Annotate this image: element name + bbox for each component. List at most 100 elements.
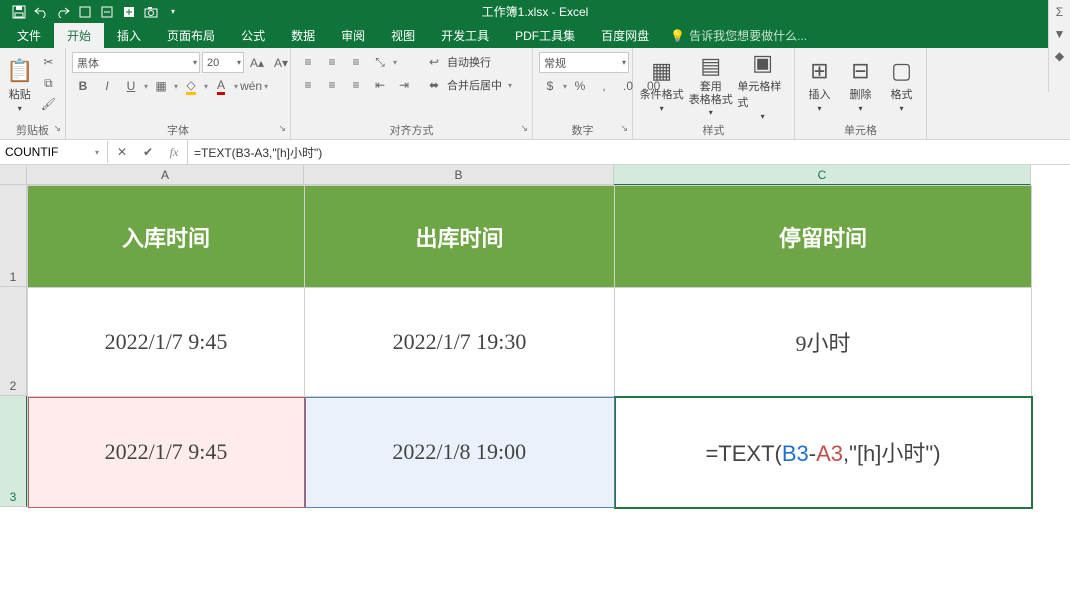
save-icon[interactable] bbox=[8, 1, 30, 23]
chevron-down-icon[interactable]: ▾ bbox=[144, 82, 148, 91]
align-middle-icon[interactable]: ≡ bbox=[321, 52, 343, 72]
cell-c1[interactable]: 停留时间 bbox=[615, 186, 1032, 288]
comma-icon[interactable]: , bbox=[593, 76, 615, 96]
chevron-down-icon[interactable]: ▾ bbox=[264, 82, 268, 91]
wrap-text-button[interactable]: ↩自动换行 bbox=[423, 52, 512, 72]
worksheet[interactable]: A B C 1 2 3 入库时间 出库时间 停留时间 2022/1/7 9:45… bbox=[0, 165, 1070, 604]
align-top-icon[interactable]: ≡ bbox=[297, 52, 319, 72]
fill-color-icon[interactable]: ◇ bbox=[180, 76, 202, 96]
tab-formulas[interactable]: 公式 bbox=[228, 23, 278, 48]
font-name-combo[interactable]: 黑体▾ bbox=[72, 52, 200, 73]
redo-icon[interactable] bbox=[52, 1, 74, 23]
orientation-icon[interactable]: ⤡ bbox=[369, 52, 391, 72]
format-as-table-button[interactable]: ▤套用 表格格式▾ bbox=[688, 52, 733, 118]
cell-b2[interactable]: 2022/1/7 19:30 bbox=[305, 288, 615, 397]
cell-b3[interactable]: 2022/1/8 19:00 bbox=[305, 397, 615, 508]
chevron-down-icon[interactable]: ▾ bbox=[393, 58, 397, 67]
fx-icon[interactable]: fx bbox=[161, 140, 187, 164]
chevron-down-icon[interactable]: ▾ bbox=[91, 148, 103, 157]
dialog-launcher-icon[interactable]: ↘ bbox=[53, 123, 61, 134]
delete-cells-button[interactable]: ⊟删除▾ bbox=[842, 52, 879, 118]
cut-icon[interactable]: ✂ bbox=[37, 52, 59, 72]
font-color-icon[interactable]: A bbox=[210, 76, 232, 96]
percent-icon[interactable]: % bbox=[569, 76, 591, 96]
chevron-down-icon: ▾ bbox=[189, 58, 197, 67]
tab-review[interactable]: 审阅 bbox=[328, 23, 378, 48]
merge-center-button[interactable]: ⬌合并后居中▾ bbox=[423, 75, 512, 95]
select-all-corner[interactable] bbox=[0, 165, 27, 185]
font-size-combo[interactable]: 20▾ bbox=[202, 52, 244, 73]
cell-c2[interactable]: 9小时 bbox=[615, 288, 1032, 397]
tab-view[interactable]: 视图 bbox=[378, 23, 428, 48]
chevron-down-icon: ▾ bbox=[508, 81, 512, 90]
decrease-font-icon[interactable]: A▾ bbox=[270, 53, 292, 73]
qat-icon[interactable] bbox=[74, 1, 96, 23]
group-cells: ⊞插入▾ ⊟删除▾ ▢格式▾ 单元格 bbox=[795, 48, 927, 139]
cell-styles-button[interactable]: ▣单元格样式▾ bbox=[737, 52, 788, 118]
col-header-a[interactable]: A bbox=[27, 165, 304, 185]
align-center-icon[interactable]: ≡ bbox=[321, 75, 343, 95]
align-right-icon[interactable]: ≡ bbox=[345, 75, 367, 95]
dialog-launcher-icon[interactable]: ↘ bbox=[278, 123, 286, 134]
increase-indent-icon[interactable]: ⇥ bbox=[393, 75, 415, 95]
qat-dropdown-icon[interactable]: ▾ bbox=[162, 1, 184, 23]
col-header-b[interactable]: B bbox=[304, 165, 614, 185]
border-icon[interactable]: ▦ bbox=[150, 76, 172, 96]
fill-icon[interactable]: ▼ bbox=[1049, 24, 1070, 44]
increase-font-icon[interactable]: A▴ bbox=[246, 53, 268, 73]
group-alignment: ≡ ≡ ≡ ⤡ ▾ ≡ ≡ ≡ ⇤ ⇥ ↩自动换行 ⬌合并后居中▾ 对齐方 bbox=[291, 48, 533, 139]
tab-home[interactable]: 开始 bbox=[54, 23, 104, 48]
tell-me[interactable]: 💡 告诉我您想要做什么... bbox=[662, 23, 815, 48]
enter-icon[interactable]: ✔ bbox=[135, 140, 161, 164]
cell-a2[interactable]: 2022/1/7 9:45 bbox=[28, 288, 305, 397]
camera-icon[interactable] bbox=[140, 1, 162, 23]
accounting-icon[interactable]: $ bbox=[539, 76, 561, 96]
paste-button[interactable]: 📋 粘贴 ▾ bbox=[6, 52, 33, 118]
dialog-launcher-icon[interactable]: ↘ bbox=[620, 123, 628, 134]
tab-baidu[interactable]: 百度网盘 bbox=[588, 23, 662, 48]
group-clipboard: 📋 粘贴 ▾ ✂ ⧉ 🖌 剪贴板↘ bbox=[0, 48, 66, 139]
col-header-c[interactable]: C bbox=[614, 165, 1031, 185]
tab-developer[interactable]: 开发工具 bbox=[428, 23, 502, 48]
row-header-1[interactable]: 1 bbox=[0, 185, 27, 287]
underline-button[interactable]: U bbox=[120, 76, 142, 96]
italic-button[interactable]: I bbox=[96, 76, 118, 96]
cell-b1[interactable]: 出库时间 bbox=[305, 186, 615, 288]
group-font: 黑体▾ 20▾ A▴ A▾ B I U ▾ ▦ ▾ ◇ ▾ A ▾ wén ▾ … bbox=[66, 48, 291, 139]
qat-icon[interactable] bbox=[96, 1, 118, 23]
format-cells-button[interactable]: ▢格式▾ bbox=[883, 52, 920, 118]
chevron-down-icon[interactable]: ▾ bbox=[204, 82, 208, 91]
align-left-icon[interactable]: ≡ bbox=[297, 75, 319, 95]
tab-insert[interactable]: 插入 bbox=[104, 23, 154, 48]
row-header-3[interactable]: 3 bbox=[0, 396, 27, 507]
insert-cells-button[interactable]: ⊞插入▾ bbox=[801, 52, 838, 118]
tab-data[interactable]: 数据 bbox=[278, 23, 328, 48]
phonetic-icon[interactable]: wén bbox=[240, 76, 262, 96]
cell-c3-active[interactable]: =TEXT(B3-A3,"[h]小时") bbox=[615, 397, 1032, 508]
autosum-icon[interactable]: Σ bbox=[1049, 2, 1070, 22]
chevron-down-icon[interactable]: ▾ bbox=[174, 82, 178, 91]
number-format-combo[interactable]: 常规▾ bbox=[539, 52, 629, 73]
cell-a3[interactable]: 2022/1/7 9:45 bbox=[28, 397, 305, 508]
qat-new-icon[interactable] bbox=[118, 1, 140, 23]
name-box-input[interactable] bbox=[5, 145, 91, 159]
clear-icon[interactable]: ◆ bbox=[1049, 46, 1070, 66]
undo-icon[interactable] bbox=[30, 1, 52, 23]
dialog-launcher-icon[interactable]: ↘ bbox=[520, 123, 528, 134]
bold-button[interactable]: B bbox=[72, 76, 94, 96]
row-header-2[interactable]: 2 bbox=[0, 287, 27, 396]
copy-icon[interactable]: ⧉ bbox=[37, 73, 59, 93]
conditional-format-button[interactable]: ▦条件格式▾ bbox=[639, 52, 684, 118]
decrease-indent-icon[interactable]: ⇤ bbox=[369, 75, 391, 95]
chevron-down-icon[interactable]: ▾ bbox=[563, 82, 567, 91]
cell-a1[interactable]: 入库时间 bbox=[28, 186, 305, 288]
name-box[interactable]: ▾ bbox=[1, 141, 108, 163]
tab-pdf[interactable]: PDF工具集 bbox=[502, 23, 588, 48]
align-bottom-icon[interactable]: ≡ bbox=[345, 52, 367, 72]
tab-file[interactable]: 文件 bbox=[4, 23, 54, 48]
format-painter-icon[interactable]: 🖌 bbox=[37, 94, 59, 114]
chevron-down-icon[interactable]: ▾ bbox=[234, 82, 238, 91]
cancel-icon[interactable]: ✕ bbox=[109, 140, 135, 164]
formula-bar[interactable]: =TEXT(B3-A3,"[h]小时") bbox=[188, 140, 1070, 164]
tab-page-layout[interactable]: 页面布局 bbox=[154, 23, 228, 48]
